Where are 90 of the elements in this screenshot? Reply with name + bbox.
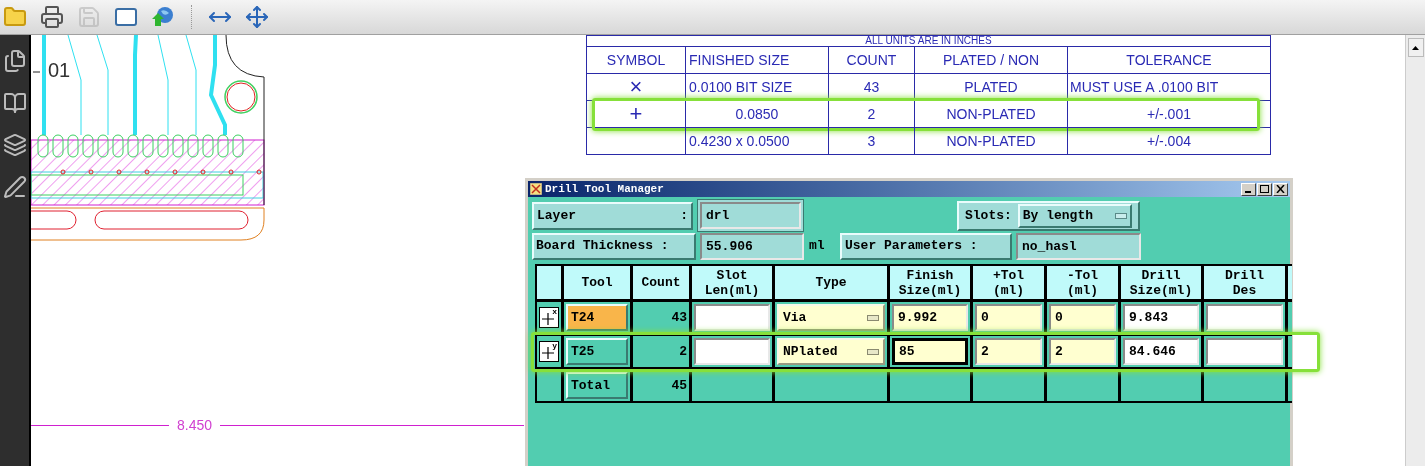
save-icon (77, 5, 101, 29)
table-cell: × (587, 74, 686, 101)
toolbar-button[interactable] (244, 4, 270, 30)
table-cell: +/-.004 (1068, 128, 1271, 155)
plus-tolerance-field[interactable]: 2 (975, 338, 1042, 365)
column-header: PLATED / NON (915, 47, 1068, 74)
column-header (1288, 266, 1292, 299)
maximize-icon (1260, 185, 1269, 193)
total-button[interactable]: Total (566, 372, 628, 399)
folder-icon (3, 5, 27, 29)
slots-label: Slots: (965, 206, 1012, 225)
bookmarks-icon[interactable] (2, 91, 27, 115)
table-cell: NON-PLATED (915, 101, 1068, 128)
window-title: Drill Tool Manager (545, 183, 664, 195)
toolbar-button[interactable] (39, 4, 65, 30)
dropdown-indicator-icon (1115, 212, 1127, 219)
close-icon (1276, 185, 1285, 193)
layer-button[interactable]: Layer : (532, 201, 693, 230)
minus-tolerance-field[interactable]: 0 (1049, 304, 1116, 331)
column-header: Drill Size(ml) (1121, 266, 1201, 299)
drawing-label: 01 (48, 60, 71, 80)
layers-icon[interactable] (2, 133, 27, 157)
minus-tolerance-field[interactable]: 2 (1049, 338, 1116, 365)
table-cell (1047, 370, 1118, 401)
tool-button[interactable]: T25 (566, 338, 628, 365)
table-cell: MUST USE A .0100 BIT (1068, 74, 1271, 101)
tool-button[interactable]: T24 (566, 304, 628, 331)
fit-page-icon (245, 5, 269, 29)
dropdown-indicator-icon (867, 348, 879, 355)
dropdown-indicator-icon (867, 314, 879, 321)
table-cell: NON-PLATED (915, 128, 1068, 155)
column-header: -Tol (ml) (1047, 266, 1118, 299)
pages-icon[interactable] (2, 49, 27, 73)
scroll-up-button[interactable] (1407, 38, 1424, 57)
column-header: Type (775, 266, 887, 299)
column-header: Tool (564, 266, 630, 299)
dimension-value: 8.450 (176, 416, 214, 435)
column-header: COUNT (829, 47, 915, 74)
layer-field[interactable]: drl (700, 202, 801, 229)
table-cell: + (587, 101, 686, 128)
globe-upload-icon (151, 5, 175, 29)
crosshair-icon (542, 313, 554, 325)
user-parameters-field[interactable]: no_hasl (1016, 232, 1141, 260)
axis-letter: x (552, 308, 557, 316)
table-cell: 0.0100 BIT SIZE (686, 74, 829, 101)
table-cell: 2 (829, 101, 915, 128)
type-dropdown[interactable]: NPlated (777, 338, 885, 365)
expand-button[interactable]: x (539, 307, 559, 328)
slots-dropdown[interactable]: By length (1017, 203, 1132, 228)
table-cell (973, 370, 1044, 401)
unit-label: ml (809, 237, 826, 256)
column-header: Count (633, 266, 689, 299)
count-cell: 2 (633, 336, 689, 367)
column-header: Drill Des (1204, 266, 1285, 299)
column-header: TOLERANCE (1068, 47, 1271, 74)
expand-button[interactable]: y (539, 341, 559, 362)
column-header: Slot Len(ml) (692, 266, 772, 299)
crosshair-icon (542, 347, 554, 359)
count-cell: 43 (633, 302, 689, 333)
table-cell: 43 (829, 74, 915, 101)
up-arrow-icon (1412, 45, 1419, 50)
table-cell: +/-.001 (1068, 101, 1271, 128)
table-cell (537, 370, 561, 401)
table-cell: PLATED (915, 74, 1068, 101)
count-cell: 45 (633, 370, 689, 401)
thickness-label: Board Thickness : (532, 232, 696, 260)
table-cell: 0.0850 (686, 101, 829, 128)
table-cell: 3 (829, 128, 915, 155)
finish-size-field[interactable]: 85 (892, 338, 968, 365)
axis-letter: y (552, 342, 557, 350)
thickness-field[interactable]: 55.906 (700, 232, 804, 260)
user-parameters-button[interactable]: User Parameters : (840, 232, 1012, 260)
type-dropdown[interactable]: Via (777, 304, 885, 331)
column-header (537, 266, 561, 299)
finish-size-field[interactable]: 9.992 (892, 304, 968, 331)
plus-tolerance-field[interactable]: 0 (975, 304, 1042, 331)
maximize-button[interactable] (1257, 182, 1272, 196)
column-header: Finish Size(ml) (890, 266, 970, 299)
drill-size-field[interactable]: 9.843 (1123, 304, 1199, 331)
column-header: +Tol (ml) (973, 266, 1044, 299)
close-button[interactable] (1273, 182, 1288, 196)
app-icon (530, 183, 542, 195)
printer-icon (40, 5, 64, 29)
column-header: FINISHED SIZE (686, 47, 829, 74)
drill-size-field[interactable]: 84.646 (1123, 338, 1199, 365)
table-cell: 0.4230 x 0.0500 (686, 128, 829, 155)
minimize-button[interactable] (1241, 182, 1256, 196)
table-title: ALL UNITS ARE IN INCHES (865, 36, 992, 46)
column-header: SYMBOL (587, 47, 686, 74)
signature-icon[interactable] (2, 175, 27, 199)
